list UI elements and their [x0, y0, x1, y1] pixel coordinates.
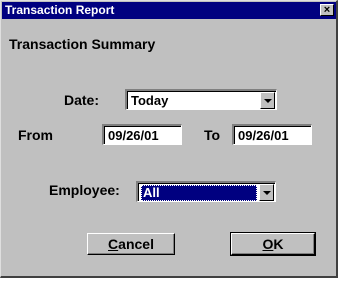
window-title: Transaction Report	[5, 3, 115, 17]
employee-label: Employee:	[49, 182, 120, 198]
cancel-button[interactable]: Cancel	[87, 233, 175, 255]
ok-label: K	[273, 236, 284, 252]
from-date-value: 09/26/01	[108, 128, 159, 143]
section-heading: Transaction Summary	[9, 36, 156, 52]
title-bar: Transaction Report ×	[2, 2, 336, 19]
to-date-value: 09/26/01	[238, 128, 289, 143]
from-label: From	[18, 127, 53, 143]
chevron-down-icon[interactable]	[260, 92, 275, 109]
ok-button[interactable]: OK	[230, 232, 316, 256]
ok-mnemonic: O	[262, 236, 274, 252]
cancel-label: ancel	[118, 236, 154, 252]
from-date-input[interactable]: 09/26/01	[102, 124, 182, 145]
to-label: To	[204, 127, 221, 143]
date-select-value: Today	[131, 93, 169, 108]
to-date-input[interactable]: 09/26/01	[232, 124, 312, 145]
transaction-report-dialog: Transaction Report × Transaction Summary…	[0, 0, 338, 278]
employee-select-value: All	[141, 185, 257, 201]
close-icon[interactable]: ×	[320, 4, 334, 16]
employee-select[interactable]: All	[136, 181, 276, 202]
date-label: Date:	[64, 92, 100, 108]
chevron-down-icon[interactable]	[259, 184, 274, 201]
date-select[interactable]: Today	[125, 89, 277, 110]
cancel-mnemonic: C	[108, 236, 119, 252]
